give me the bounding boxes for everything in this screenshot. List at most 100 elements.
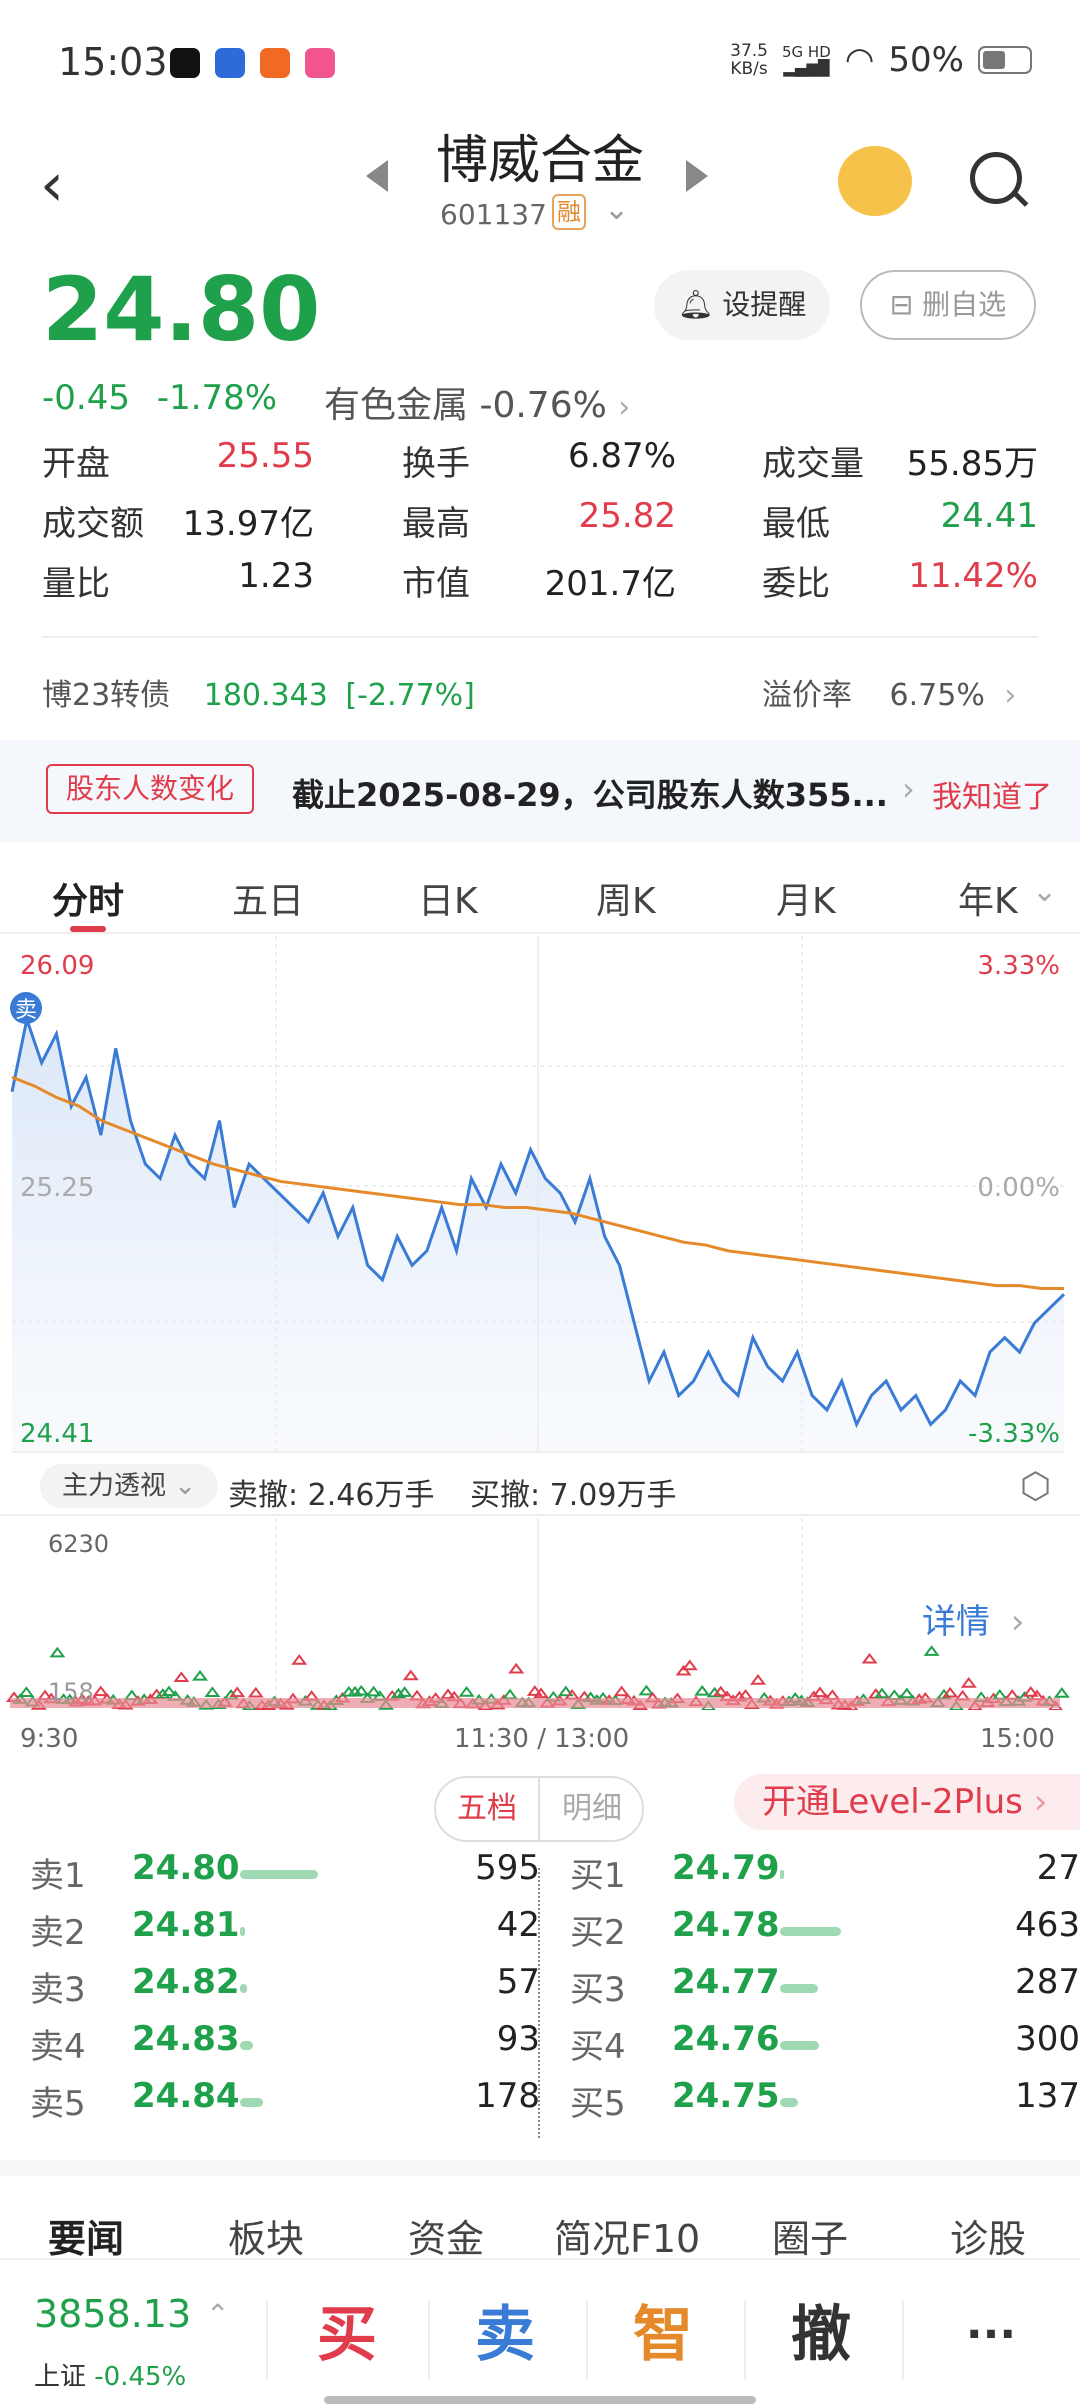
tab-monthly-k[interactable]: 月K [776,872,836,924]
sell-price: 24.84 [132,2076,240,2116]
tab-sector[interactable]: 板块 [228,2208,304,2263]
volume-chart[interactable]: 6230 158 详情 › [0,1518,1080,1711]
main-force-dropdown[interactable]: 主力透视 ⌄ [40,1464,219,1508]
more-icon[interactable]: ··· [916,2280,1066,2390]
sell-label: 卖5 [30,2084,86,2124]
tab-five-day[interactable]: 五日 [232,872,304,924]
intraday-chart[interactable]: 26.09 25.25 24.41 3.33% 0.00% -3.33% 卖 [0,936,1080,1456]
price-chart-svg: 26.09 25.25 24.41 3.33% 0.00% -3.33% 卖 [10,936,1066,1453]
sector-link[interactable]: 有色金属 -0.76% › [324,376,630,428]
stat-label: 最高 [402,504,470,544]
sell-label: 卖3 [30,1970,86,2010]
current-price: 24.80 [42,258,321,361]
volume-mark [874,1687,890,1699]
volume-mark [204,1686,221,1698]
pct-high-label: 3.33% [977,951,1060,981]
sell-volume-bar [240,2041,253,2050]
smart-button[interactable]: 智 [588,2280,738,2390]
set-alert-button[interactable]: 🔔︎ 设提醒 [654,270,830,340]
index-sub: 上证 -0.45% [34,2362,187,2392]
tab-news[interactable]: 要闻 [48,2208,124,2263]
net-speed: 37.5 KB/s [730,41,768,79]
time-axis: 9:30 11:30 / 13:00 15:00 [0,1718,1080,1758]
volume-mark [1004,1689,1021,1700]
sell-qty: 57 [496,1962,540,2002]
buy-price: 24.76 [672,2019,780,2059]
sell-level-row[interactable]: 卖1 24.80 595 [30,1848,540,1904]
volume-mark [750,1674,766,1685]
tiktok-icon [170,48,200,78]
sell-level-row[interactable]: 卖5 24.84 178 [30,2076,540,2132]
volume-baseline [10,1698,1060,1708]
buy-label: 买1 [570,1856,626,1896]
banner-text: 截止2025-08-29，公司股东人数355... [292,776,888,814]
volume-bottom-label: 158 [48,1678,94,1706]
sell-qty: 42 [496,1905,540,1945]
tab-intraday[interactable]: 分时 [52,872,124,924]
volume-chart-svg: 6230 158 [6,1518,1070,1711]
sell-label: 卖2 [30,1913,86,1953]
mascot-icon[interactable] [838,146,912,216]
search-icon[interactable] [970,152,1022,204]
next-stock-icon[interactable] [686,160,708,192]
active-tab-indicator [70,926,106,932]
premium-rate[interactable]: 溢价率 6.75% › [762,670,1016,714]
sell-button[interactable]: 卖 [430,2280,580,2390]
volume-mark [173,1671,190,1683]
buy-level-row[interactable]: 买2 24.78 463 [570,1905,1080,1961]
volume-mark [458,1686,475,1697]
buy-volume-bar [780,2098,799,2107]
chevron-right-icon: › [618,390,631,425]
chevron-up-icon: ⌃ [206,2298,230,2331]
stat-value: 55.85万 [906,444,1038,484]
buy-level-row[interactable]: 买3 24.77 287 [570,1962,1080,2018]
buy-volume-bar [780,1984,818,1993]
volume-top-label: 6230 [48,1530,109,1558]
dismiss-banner-button[interactable]: 我知道了 [932,772,1052,816]
stats-row: 开盘 25.55 换手 6.87% 成交量 55.85万 [42,436,1038,496]
buy-label: 买5 [570,2084,626,2124]
home-indicator [324,2396,756,2404]
buy-button[interactable]: 买 [272,2280,422,2390]
tab-funds[interactable]: 资金 [408,2208,484,2263]
tab-f10[interactable]: 简况F10 [554,2208,700,2263]
tab-details[interactable]: 明细 [540,1778,644,1840]
volume-mark [508,1662,525,1674]
notice-banner[interactable]: 股东人数变化 截止2025-08-29，公司股东人数355... › 我知道了 [0,740,1080,842]
chevron-right-icon: › [1010,1602,1025,1642]
chevron-down-icon[interactable]: ⌄ [1032,874,1057,909]
buy-level-row[interactable]: 买5 24.75 137 [570,2076,1080,2132]
tab-weekly-k[interactable]: 周K [596,872,656,924]
stat-label: 成交额 [42,504,144,544]
convertible-bond[interactable]: 博23转债 180.343 [-2.77%] [42,670,475,714]
chevron-down-icon[interactable]: ⌄ [604,192,629,227]
tab-circle[interactable]: 圈子 [772,2208,848,2263]
buy-volume-bar [780,2041,819,2050]
stat-label: 市值 [402,564,470,604]
buy-price: 24.75 [672,2076,780,2116]
detail-link[interactable]: 详情 › [922,1594,1024,1643]
sell-label: 卖4 [30,2027,86,2067]
sell-level-row[interactable]: 卖2 24.81 42 [30,1905,540,1961]
tab-yearly-k[interactable]: 年K [958,872,1018,924]
volume-mark [247,1686,264,1698]
tab-five-levels[interactable]: 五档 [436,1778,540,1840]
time-mid: 11:30 / 13:00 [454,1724,630,1754]
level2-upgrade-button[interactable]: 开通Level-2Plus › [734,1774,1080,1830]
buy-level-row[interactable]: 买1 24.79 27 [570,1848,1080,1904]
stat-value: 25.55 [216,436,314,476]
buy-volume-bar [780,1870,784,1879]
buy-level-row[interactable]: 买4 24.76 300 [570,2019,1080,2075]
tab-daily-k[interactable]: 日K [418,872,478,924]
sell-level-row[interactable]: 卖3 24.82 57 [30,1962,540,2018]
stat-value: 6.87% [567,436,676,476]
settings-hex-icon[interactable]: ⬡ [1020,1466,1051,1507]
tab-diagnosis[interactable]: 诊股 [950,2208,1026,2263]
sell-level-row[interactable]: 卖4 24.83 93 [30,2019,540,2075]
cancel-order-button[interactable]: 撤 [746,2280,896,2390]
volume-mark [402,1669,419,1681]
status-time: 15:03 [58,40,168,84]
stat-value: 11.42% [908,556,1038,596]
remove-favorite-button[interactable]: ⊟ 删自选 [860,270,1036,340]
stat-label: 成交量 [762,444,864,484]
